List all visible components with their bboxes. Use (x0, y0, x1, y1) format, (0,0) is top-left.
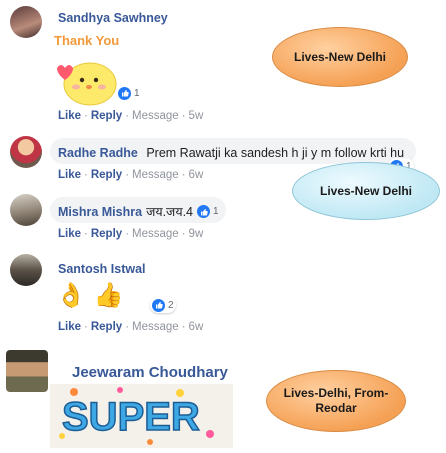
avatar[interactable] (10, 6, 42, 38)
comment-author[interactable]: Sandhya Sawhney (58, 11, 168, 25)
message-link[interactable]: Message (132, 321, 179, 333)
location-annotation: Lives-Delhi, From-Reodar (266, 370, 406, 432)
message-link[interactable]: Message (132, 169, 179, 181)
avatar[interactable] (6, 350, 48, 392)
like-link[interactable]: Like (58, 110, 81, 122)
super-image: SUPER (50, 384, 233, 448)
comment-actions: Like · Reply · Message · 6w (58, 169, 204, 181)
like-reaction-icon (152, 298, 165, 312)
comment-actions: Like · Reply · Message · 6w (58, 321, 204, 333)
location-annotation: Lives-New Delhi (292, 162, 440, 220)
emoji-content: 👌 👍 (56, 281, 124, 309)
avatar[interactable] (10, 254, 42, 286)
reply-link[interactable]: Reply (91, 110, 122, 122)
reply-link[interactable]: Reply (91, 321, 122, 333)
timestamp[interactable]: 5w (189, 110, 204, 122)
thank-you-sticker: Thank You (50, 30, 120, 106)
message-link[interactable]: Message (132, 110, 179, 122)
reply-link[interactable]: Reply (91, 228, 122, 240)
like-link[interactable]: Like (58, 321, 81, 333)
avatar[interactable] (10, 136, 42, 168)
super-text: SUPER (62, 395, 200, 439)
comment-text: Prem Rawatji ka sandesh h ji y m follow … (146, 146, 405, 160)
timestamp[interactable]: 6w (189, 321, 204, 333)
comment-author[interactable]: Santosh Istwal (58, 262, 146, 276)
comment-bubble: Radhe Radhe Prem Rawatji ka sandesh h ji… (50, 138, 416, 164)
reply-link[interactable]: Reply (91, 169, 122, 181)
reaction-count[interactable]: 2 (150, 297, 176, 313)
timestamp[interactable]: 9w (189, 228, 204, 240)
like-reaction-icon (197, 205, 211, 218)
comment-actions: Like · Reply · Message · 9w (58, 228, 204, 240)
comment-actions: Like · Reply · Message · 5w (58, 110, 204, 122)
avatar[interactable] (10, 194, 42, 226)
comment-bubble: Mishra Mishra जय.जय.4 1 (50, 197, 226, 223)
comment-author[interactable]: Jeewaram Choudhary (72, 364, 228, 381)
like-reaction-icon (118, 86, 131, 100)
like-link[interactable]: Like (58, 228, 81, 240)
like-link[interactable]: Like (58, 169, 81, 181)
reaction-count[interactable]: 1 (197, 204, 219, 220)
message-link[interactable]: Message (132, 228, 179, 240)
comment-author[interactable]: Radhe Radhe (58, 146, 138, 160)
timestamp[interactable]: 6w (189, 169, 204, 181)
comment-author[interactable]: Mishra Mishra (58, 205, 142, 219)
comment-text: जय.जय.4 (146, 205, 194, 219)
reaction-count[interactable]: 1 (118, 85, 140, 101)
sticker-label: Thank You (54, 33, 119, 48)
location-annotation: Lives-New Delhi (272, 27, 408, 87)
